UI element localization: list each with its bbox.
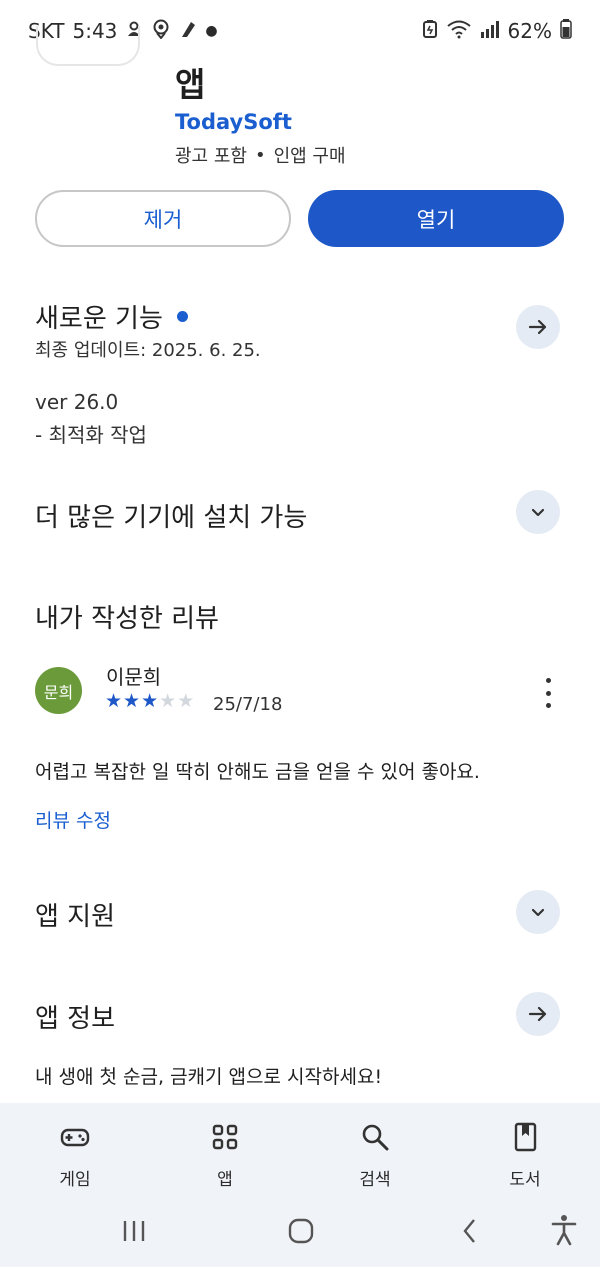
app-icon [179, 19, 197, 43]
tab-games[interactable]: 게임 [0, 1115, 150, 1190]
version-label: ver 26.0 [35, 390, 119, 414]
star-rating: ★ ★ ★ ★ ★ [105, 691, 194, 711]
whats-new-arrow-button[interactable] [516, 305, 560, 349]
tab-search-label: 검색 [359, 1170, 391, 1190]
tab-search[interactable]: 검색 [300, 1115, 450, 1190]
app-info-arrow-button[interactable] [516, 992, 560, 1036]
open-button[interactable]: 열기 [308, 190, 564, 247]
app-support-expand-button[interactable] [516, 890, 560, 934]
app-meta: 광고 포함 • 인앱 구매 [175, 142, 346, 168]
back-icon[interactable] [460, 1218, 480, 1248]
app-title: 앱 [175, 65, 206, 104]
chevron-down-icon [531, 908, 545, 917]
recent-apps-icon[interactable] [121, 1219, 147, 1247]
avatar: 문희 [35, 667, 82, 714]
apps-grid-icon [212, 1124, 238, 1150]
my-review-title: 내가 작성한 리뷰 [35, 604, 219, 634]
more-devices-expand-button[interactable] [516, 490, 560, 534]
home-icon[interactable] [288, 1218, 314, 1248]
arrow-right-icon [528, 1006, 547, 1022]
star-filled-icon: ★ [123, 690, 141, 712]
new-indicator-dot [176, 311, 188, 322]
whats-new-title: 새로운 기능 [35, 304, 163, 334]
app-support-title: 앱 지원 [35, 902, 116, 932]
review-text: 어렵고 복잡한 일 딱히 안해도 금을 얻을 수 있어 좋아요. [35, 761, 480, 783]
tab-books-label: 도서 [509, 1170, 541, 1190]
star-empty-icon: ★ [159, 690, 177, 712]
dot-icon [545, 678, 551, 683]
app-info-title: 앱 정보 [35, 1004, 116, 1034]
last-updated: 최종 업데이트: 2025. 6. 25. [35, 340, 261, 361]
battery-percent: 62% [507, 19, 552, 43]
search-icon [362, 1124, 389, 1151]
version-note: - 최적화 작업 [35, 423, 147, 447]
review-date: 25/7/18 [213, 694, 283, 715]
ads-label: 광고 포함 [175, 146, 247, 167]
developer-link[interactable]: TodaySoft [175, 110, 292, 134]
dot-icon [545, 690, 551, 696]
dot-icon [545, 703, 551, 708]
star-filled-icon: ★ [105, 690, 123, 712]
system-navigation-bar [0, 1206, 600, 1256]
tab-apps[interactable]: 앱 [150, 1115, 300, 1190]
gamepad-icon [60, 1128, 90, 1147]
star-empty-icon: ★ [177, 690, 195, 712]
tab-games-label: 게임 [59, 1170, 91, 1190]
more-devices-title: 더 많은 기기에 설치 가능 [35, 503, 308, 533]
accessibility-icon[interactable] [550, 1214, 578, 1250]
meta-separator: • [254, 144, 266, 166]
whats-new-header[interactable]: 새로운 기능 [35, 298, 188, 335]
app-icon-image [36, 26, 140, 66]
status-right: 62% [422, 19, 572, 43]
wifi-icon [446, 19, 472, 43]
location-icon [151, 19, 171, 43]
remove-button[interactable]: 제거 [35, 190, 291, 247]
app-info-description: 내 생애 첫 순금, 금캐기 앱으로 시작하세요! [35, 1066, 383, 1088]
battery-saver-icon [422, 19, 438, 43]
tab-apps-label: 앱 [217, 1170, 233, 1190]
edit-review-link[interactable]: 리뷰 수정 [35, 806, 111, 833]
iap-label: 인앱 구매 [273, 146, 346, 167]
tab-books[interactable]: 도서 [450, 1115, 600, 1190]
star-filled-icon: ★ [141, 690, 159, 712]
version-notes: ver 26.0 - 최적화 작업 [35, 386, 147, 452]
review-more-options-button[interactable] [538, 678, 558, 708]
chevron-down-icon [531, 508, 545, 517]
arrow-right-icon [528, 319, 547, 335]
battery-icon [560, 19, 572, 43]
more-notifications-dot: ● [205, 23, 218, 39]
reviewer-name: 이문희 [106, 665, 162, 689]
signal-icon [480, 20, 500, 42]
book-icon [514, 1122, 537, 1152]
